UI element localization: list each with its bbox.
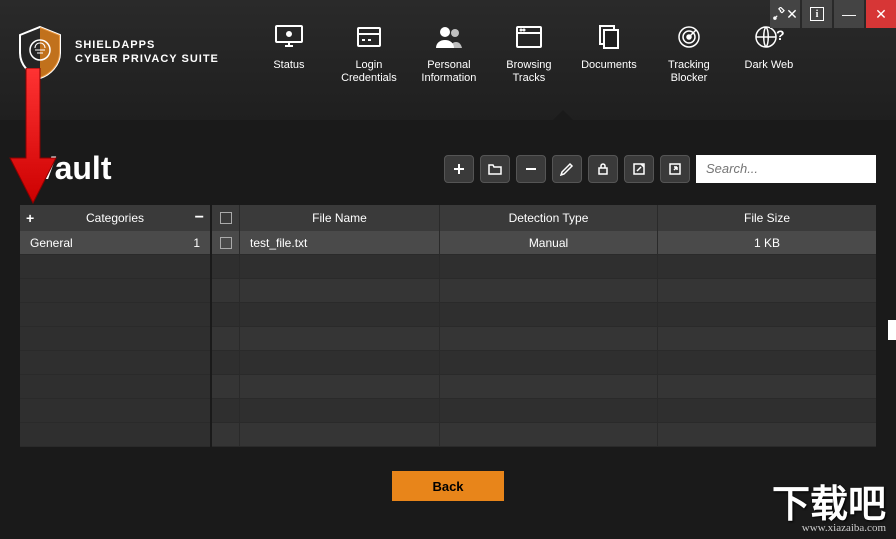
file-row-empty	[212, 375, 876, 399]
select-all-checkbox[interactable]	[212, 205, 240, 231]
brand-name: SHIELDAPPS	[75, 39, 219, 52]
tab-tracking-blocker[interactable]: Tracking Blocker	[649, 18, 729, 90]
lock-button[interactable]	[588, 155, 618, 183]
category-row-empty	[20, 327, 210, 351]
file-row-empty	[212, 303, 876, 327]
column-filename[interactable]: File Name	[240, 205, 440, 231]
radar-icon	[673, 23, 705, 51]
category-row-empty	[20, 255, 210, 279]
file-name-cell: test_file.txt	[240, 231, 440, 254]
monitor-icon	[273, 23, 305, 51]
documents-icon	[593, 23, 625, 51]
scrollbar-thumb[interactable]	[888, 320, 896, 340]
search-input[interactable]	[696, 155, 876, 183]
category-add-button[interactable]: +	[26, 210, 34, 226]
tab-personal-info[interactable]: Personal Information	[409, 18, 489, 90]
row-checkbox[interactable]	[212, 231, 240, 254]
category-row-empty	[20, 279, 210, 303]
category-row-empty	[20, 351, 210, 375]
category-row-empty	[20, 423, 210, 447]
category-row-empty	[20, 375, 210, 399]
file-row-empty	[212, 327, 876, 351]
file-row[interactable]: test_file.txt Manual 1 KB	[212, 231, 876, 255]
credentials-icon	[353, 23, 385, 51]
column-detection-type[interactable]: Detection Type	[440, 205, 658, 231]
browser-icon	[513, 23, 545, 51]
file-row-empty	[212, 255, 876, 279]
categories-panel: + Categories − General 1	[20, 205, 210, 447]
active-tab-indicator	[553, 110, 573, 120]
info-button[interactable]: i	[802, 0, 832, 28]
brand-product: CYBER PRIVACY SUITE	[75, 53, 219, 66]
edit-button[interactable]	[552, 155, 582, 183]
watermark: 下载吧 www.xiazaiba.com	[772, 488, 886, 534]
tab-documents[interactable]: Documents	[569, 18, 649, 90]
tab-status[interactable]: Status	[249, 18, 329, 90]
tab-browsing-tracks[interactable]: Browsing Tracks	[489, 18, 569, 90]
file-type-cell: Manual	[440, 231, 658, 254]
tab-dark-web[interactable]: ? Dark Web	[729, 18, 809, 90]
file-row-empty	[212, 423, 876, 447]
file-row-empty	[212, 279, 876, 303]
category-row[interactable]: General 1	[20, 231, 210, 255]
file-size-cell: 1 KB	[658, 231, 876, 254]
file-row-empty	[212, 399, 876, 423]
file-row-empty	[212, 351, 876, 375]
categories-header: Categories	[86, 211, 144, 225]
add-button[interactable]	[444, 155, 474, 183]
category-row-empty	[20, 399, 210, 423]
remove-button[interactable]	[516, 155, 546, 183]
files-panel: File Name Detection Type File Size test_…	[212, 205, 876, 447]
svg-text:?: ?	[776, 27, 784, 43]
category-remove-button[interactable]: −	[195, 209, 204, 227]
close-button[interactable]: ✕	[866, 0, 896, 28]
column-file-size[interactable]: File Size	[658, 205, 876, 231]
people-icon	[433, 23, 465, 51]
note-button[interactable]	[624, 155, 654, 183]
export-button[interactable]	[660, 155, 690, 183]
settings-button[interactable]: ✕	[770, 0, 800, 28]
annotation-arrow	[8, 68, 58, 208]
folder-button[interactable]	[480, 155, 510, 183]
tab-login-credentials[interactable]: Login Credentials	[329, 18, 409, 90]
minimize-button[interactable]: —	[834, 0, 864, 28]
back-button[interactable]: Back	[392, 471, 504, 501]
category-row-empty	[20, 303, 210, 327]
